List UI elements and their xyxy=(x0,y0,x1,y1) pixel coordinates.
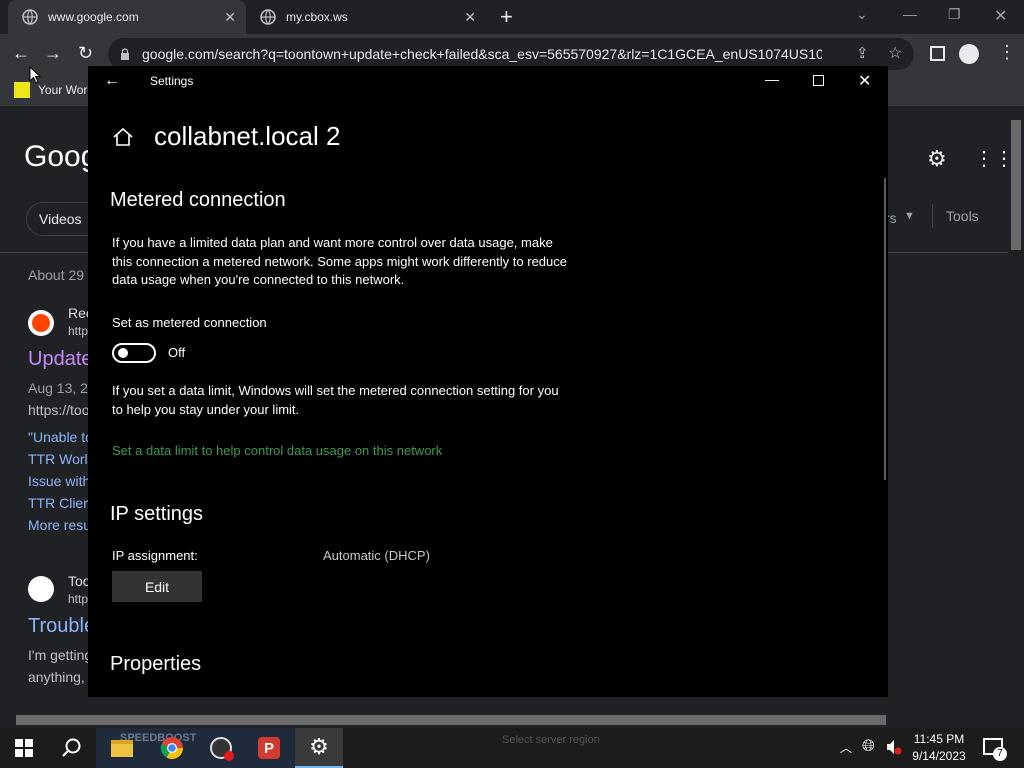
result-title[interactable]: Trouble xyxy=(28,615,95,638)
sub-result[interactable]: Issue with xyxy=(28,473,90,489)
settings-window: ← Settings — ✕ collabnet.local 2 Metered… xyxy=(88,66,888,697)
tab-title: www.google.com xyxy=(48,10,139,24)
new-tab-button[interactable]: + xyxy=(500,4,513,30)
profile-avatar-icon[interactable] xyxy=(959,44,979,64)
result-title[interactable]: Update xyxy=(28,348,93,371)
restore-icon[interactable]: ❐ xyxy=(948,6,961,23)
reload-icon[interactable]: ↻ xyxy=(78,43,93,64)
close-window-icon[interactable]: ✕ xyxy=(994,6,1007,26)
file-explorer-app[interactable] xyxy=(98,728,146,768)
sub-result[interactable]: "Unable to xyxy=(28,429,93,445)
url-text: google.com/search?q=toontown+update+chec… xyxy=(142,46,822,62)
sub-result[interactable]: TTR Clien xyxy=(28,495,91,511)
ip-assignment-label: IP assignment: xyxy=(112,548,198,563)
folder-icon xyxy=(111,739,133,757)
window-title: Settings xyxy=(150,74,194,88)
site-favicon-icon xyxy=(28,576,54,602)
globe-icon xyxy=(260,9,276,25)
windows-logo-icon xyxy=(15,739,33,757)
close-icon[interactable]: ✕ xyxy=(858,71,871,91)
results-count: About 29 xyxy=(28,267,85,283)
taskbar-date[interactable]: 9/14/2023 xyxy=(906,749,972,763)
obs-icon xyxy=(210,737,234,761)
lock-icon xyxy=(120,47,130,60)
metered-description: If you have a limited data plan and want… xyxy=(112,235,567,287)
reddit-icon xyxy=(28,310,54,336)
chrome-menu-icon[interactable]: ⋮ xyxy=(998,42,1016,63)
result-url: http xyxy=(68,592,89,606)
edit-button[interactable]: Edit xyxy=(112,571,202,602)
chip-label: Videos xyxy=(39,211,82,227)
metered-toggle-state: Off xyxy=(168,345,186,360)
sub-result[interactable]: TTR Worl xyxy=(28,451,88,467)
divider xyxy=(932,204,933,228)
ip-assignment-value: Automatic (DHCP) xyxy=(323,548,430,563)
tab-title: my.cbox.ws xyxy=(286,10,348,24)
minimize-icon[interactable]: — xyxy=(765,71,779,87)
globe-icon xyxy=(22,9,38,25)
minimize-icon[interactable]: — xyxy=(903,6,917,22)
result-snippet: I'm getting xyxy=(28,647,93,663)
volume-muted-icon[interactable] xyxy=(886,738,902,756)
bookmark-favicon-icon xyxy=(14,82,30,98)
settings-titlebar: ← Settings — ✕ xyxy=(88,66,888,98)
network-globe-icon[interactable]: 🌐︎ xyxy=(862,738,875,756)
metered-toggle-label: Set as metered connection xyxy=(112,315,267,330)
forward-icon[interactable]: → xyxy=(44,43,62,64)
scrollbar-thumb[interactable] xyxy=(16,715,886,725)
scrollbar-thumb[interactable] xyxy=(1011,120,1021,250)
notification-badge: 7 xyxy=(993,747,1007,761)
close-tab-icon[interactable]: ✕ xyxy=(224,9,236,26)
share-icon[interactable]: ⇪ xyxy=(856,44,869,62)
settings-scrollbar[interactable] xyxy=(884,178,886,480)
windows-taskbar: SPEEDBOOST P ⚙ Select server region ︿ 🌐︎… xyxy=(0,728,1024,768)
data-limit-link[interactable]: Set a data limit to help control data us… xyxy=(112,443,442,458)
settings-gear-icon[interactable]: ⚙ xyxy=(927,146,947,172)
start-button[interactable] xyxy=(0,728,48,768)
result-snippet: anything, xyxy=(28,669,85,685)
more-results-link[interactable]: More resu xyxy=(28,517,91,533)
show-hidden-icons[interactable]: ︿ xyxy=(840,739,852,756)
tools-tab[interactable]: Tools xyxy=(946,208,979,224)
caret-down-icon: ▼ xyxy=(904,210,915,222)
tab-cbox[interactable]: my.cbox.ws ✕ xyxy=(246,0,486,34)
bookmark-star-icon[interactable]: ☆ xyxy=(888,43,902,63)
result-date: Aug 13, 2 xyxy=(28,380,88,396)
toggle-knob xyxy=(118,348,128,358)
chrome-app[interactable] xyxy=(148,728,196,768)
tab-search-icon[interactable]: ⌄ xyxy=(856,6,868,23)
browser-tab-strip: www.google.com ✕ my.cbox.ws ✕ + ⌄ — ❐ ✕ xyxy=(0,0,1024,34)
close-tab-icon[interactable]: ✕ xyxy=(464,9,476,26)
result-link[interactable]: https://too xyxy=(28,402,89,418)
back-arrow-icon[interactable]: ← xyxy=(104,72,120,90)
taskbar-time[interactable]: 11:45 PM xyxy=(906,732,972,746)
search-button[interactable] xyxy=(48,728,96,768)
result-url: http xyxy=(68,324,89,338)
google-logo[interactable]: Goog xyxy=(24,140,97,174)
chrome-icon xyxy=(160,737,183,759)
settings-gear-icon: ⚙ xyxy=(309,734,329,759)
vertical-scrollbar[interactable] xyxy=(1008,106,1024,712)
home-icon[interactable] xyxy=(112,127,134,147)
maximize-icon[interactable] xyxy=(813,75,824,86)
metered-toggle[interactable] xyxy=(112,343,156,363)
search-icon xyxy=(62,738,81,757)
obs-app[interactable] xyxy=(197,728,245,768)
server-region-label: Select server region xyxy=(502,734,600,746)
horizontal-scrollbar[interactable] xyxy=(0,712,1008,728)
properties-heading: Properties xyxy=(110,653,202,675)
ip-settings-heading: IP settings xyxy=(110,503,204,525)
p-app-icon: P xyxy=(258,737,280,759)
data-limit-description: If you set a data limit, Windows will se… xyxy=(112,383,559,417)
side-panel-icon[interactable] xyxy=(930,46,945,61)
tab-google[interactable]: www.google.com ✕ xyxy=(8,0,246,34)
psiphon-app[interactable]: P xyxy=(245,728,293,768)
metered-heading: Metered connection xyxy=(110,189,286,211)
bookmark-item[interactable]: Your Wor xyxy=(38,83,87,97)
edit-button-label: Edit xyxy=(144,578,170,595)
page-title: collabnet.local 2 xyxy=(154,121,341,151)
settings-app[interactable]: ⚙ xyxy=(295,728,343,768)
back-icon[interactable]: ← xyxy=(12,43,30,64)
mouse-cursor-icon xyxy=(29,65,42,89)
